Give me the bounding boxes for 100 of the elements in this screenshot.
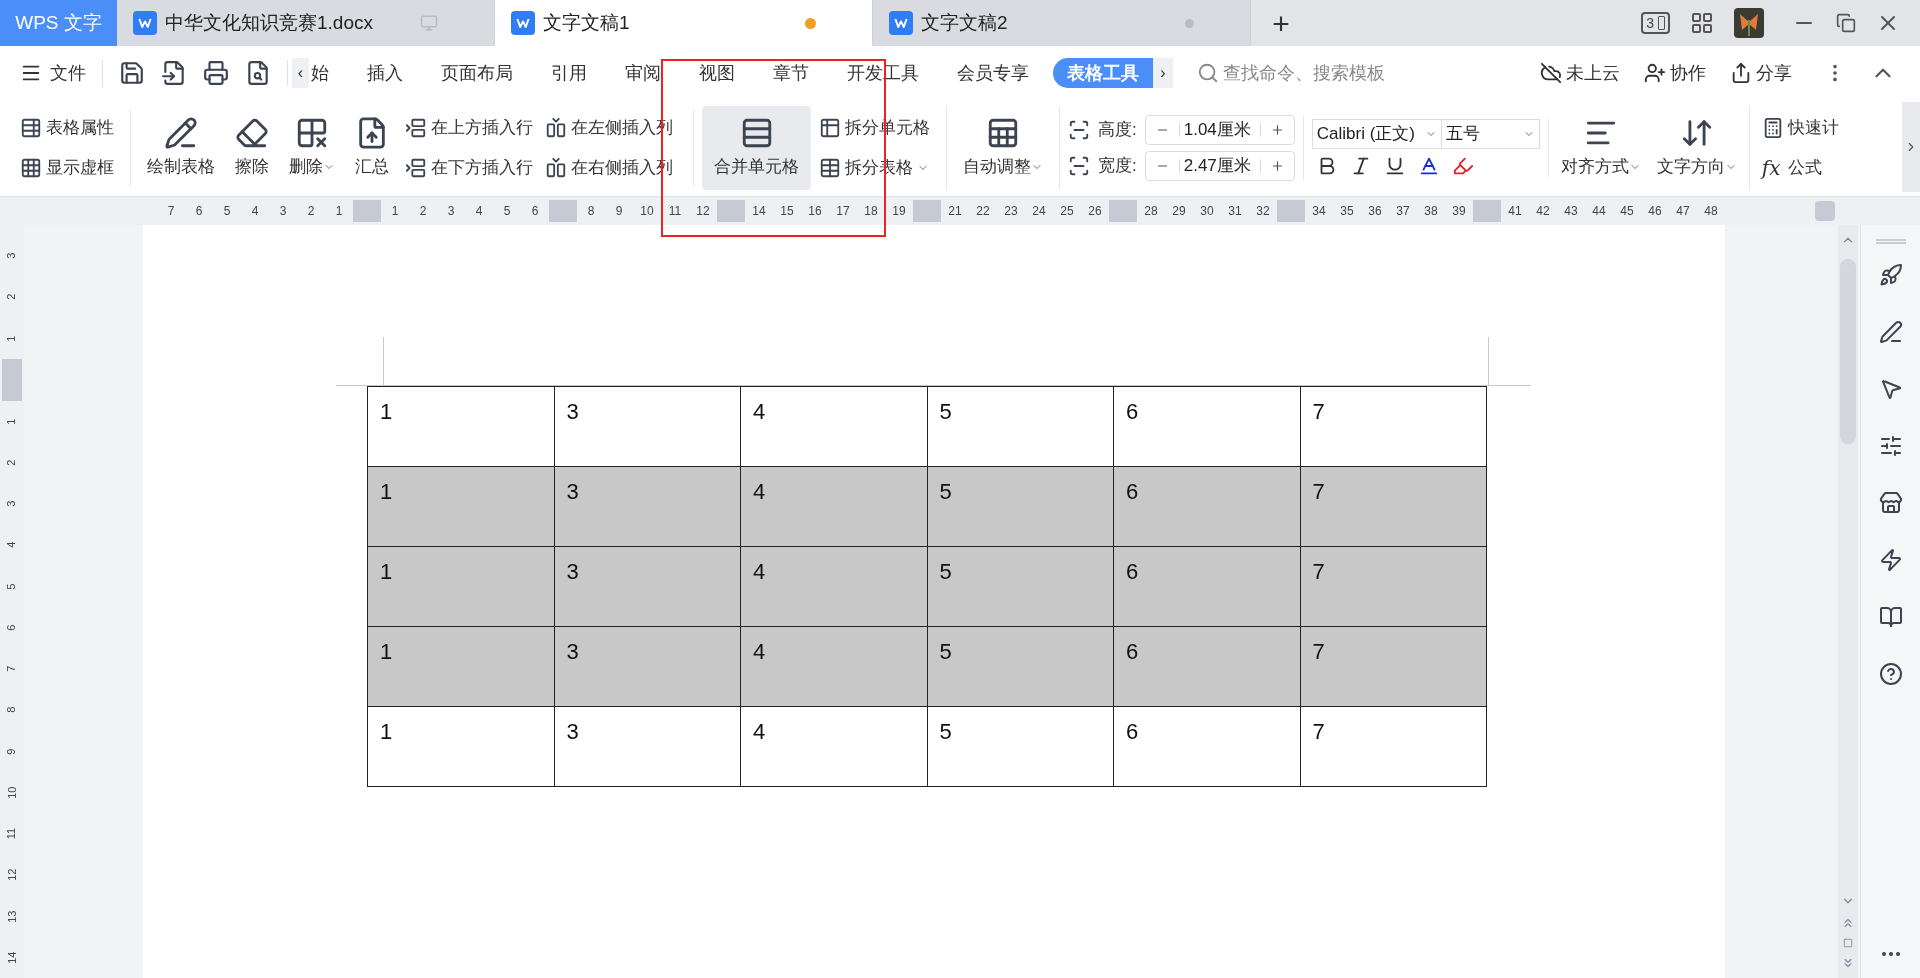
ruler-number: 3 [4,500,19,507]
table-cell: 3 [554,546,741,627]
grid-icon [20,157,42,179]
ruler-number: 46 [1647,203,1663,220]
ribbon-button[interactable]: 文字方向 [1648,106,1745,190]
previous-page-icon[interactable] [1841,916,1855,930]
ruler-number: 32 [1255,203,1271,220]
ruler-marker[interactable] [913,200,941,222]
table-cell: 5 [927,626,1114,707]
ruler-number: 4 [4,541,19,548]
toolbar-button[interactable]: 分享 [1730,59,1792,87]
ruler-marker[interactable] [1109,200,1137,222]
ruler-number: 48 [1703,203,1719,220]
ribbon-button[interactable]: 汇总 [347,106,397,190]
ruler-marker[interactable] [549,200,577,222]
ruler-marker[interactable] [2,358,22,401]
ruler-number: 11 [667,203,683,220]
table-cell: 4 [740,706,927,787]
ribbon-button[interactable]: 在上方插入行 [401,110,537,146]
file-menu[interactable]: 文件 [20,59,103,87]
ribbon-tab[interactable]: 审阅 [611,58,675,88]
print-icon[interactable] [203,60,229,86]
table-cell: 4 [740,466,927,547]
ruler-number: 5 [222,203,232,220]
device-icon[interactable]: 3 [1641,12,1670,34]
ribbon-tab[interactable]: 引用 [537,58,601,88]
ruler-number: 43 [1563,203,1579,220]
ruler-marker[interactable] [353,200,381,222]
ruler-marker[interactable] [1277,200,1305,222]
next-page-icon[interactable] [1841,956,1855,970]
document-tab[interactable]: 中华文化知识竞赛1.docx [117,0,495,46]
toolbar-button[interactable]: 协作 [1644,59,1706,87]
save-icon[interactable] [119,60,145,86]
ruler-number: 31 [1227,203,1243,220]
preview-icon[interactable] [245,60,271,86]
ruler-number: 15 [779,203,795,220]
ruler-marker[interactable] [717,200,745,222]
table-cell: 3 [554,466,741,547]
toolbar-button[interactable]: 未上云 [1540,59,1620,87]
font-size-select[interactable]: 五号 [1441,119,1540,149]
tab-title: 文字文稿1 [543,10,631,35]
drag-handle-icon[interactable] [1875,239,1906,244]
scroll-right-button[interactable]: › [1153,58,1173,88]
ribbon-tab[interactable]: 插入 [353,58,417,88]
ruler-number: 45 [1619,203,1635,220]
table-cell: 7 [1300,386,1487,467]
ribbon-tab[interactable]: 始 [309,58,343,88]
table-cell: 5 [927,706,1114,787]
highlighter-icon[interactable] [1451,155,1474,177]
search-icon [1197,62,1219,84]
monitor-icon [420,14,438,32]
ribbon-tab[interactable]: 视图 [685,58,749,88]
insert-column-icon [545,157,567,179]
dimension-spinner[interactable]: 2.47厘米 [1144,151,1295,181]
table-cell: 6 [1113,706,1300,787]
ribbon-button[interactable]: 快速计 [1757,110,1843,146]
ruler-number: 5 [4,583,19,590]
ribbon-button[interactable]: 删除 [281,106,343,190]
ribbon-button[interactable]: 绘制表格 [139,106,223,190]
ruler-number: 1 [390,203,400,220]
store-icon[interactable] [1878,491,1903,515]
ribbon-tab[interactable]: 会员专享 [943,58,1043,88]
document-tab[interactable]: 文字文稿1 [495,0,873,46]
search-field[interactable]: 查找命令、搜索模板 [1223,59,1503,87]
ruler-number: 14 [4,951,19,964]
insert-column-icon [545,117,567,139]
pen-icon[interactable] [1878,320,1903,344]
ribbon-button[interactable]: 自动调整 [955,106,1051,190]
sliders-icon[interactable] [1878,434,1903,458]
ruler-number: 7 [166,203,176,220]
ruler-number: 5 [502,203,512,220]
ribbon-button[interactable]: 在下方插入行 [401,150,537,186]
ruler-marker[interactable] [1473,200,1501,222]
formula-button[interactable]: fx 公式 [1757,150,1843,186]
apps-grid-icon[interactable] [1690,11,1714,35]
ribbon-button[interactable]: 表格属性 [16,110,118,146]
ruler-number: 10 [4,786,19,799]
ruler-toggle-icon[interactable] [1815,201,1835,221]
export-icon[interactable] [161,60,187,86]
ruler-number: 25 [1059,203,1075,220]
restore-icon[interactable] [1836,13,1856,33]
dimension-spinner[interactable]: 1.04厘米 [1144,115,1295,145]
ribbon-button[interactable]: 显示虚框 [16,150,118,186]
ruler-number: 7 [4,665,19,672]
rocket-icon[interactable] [1878,263,1903,287]
scroll-left-button[interactable]: ‹ [292,58,309,88]
ribbon-button[interactable]: 擦除 [227,106,277,190]
ruler-number: 8 [586,203,596,220]
document-tab[interactable]: 文字文稿2 [873,0,1251,46]
font-select[interactable]: Calibri (正文) [1311,119,1442,149]
table-cell: 1 [367,546,554,627]
ruler-number: 42 [1535,203,1551,220]
ribbon-button[interactable]: 对齐方式 [1552,106,1649,190]
new-tab-button[interactable]: + [1251,0,1311,46]
lightning-icon[interactable] [1878,548,1903,572]
ribbon-tab[interactable]: 章节 [759,58,823,88]
ribbon-button[interactable]: 合并单元格 [702,106,811,190]
help-icon[interactable] [1878,662,1903,686]
book-icon[interactable] [1878,605,1903,629]
ribbon-tab[interactable]: 页面布局 [427,58,527,88]
